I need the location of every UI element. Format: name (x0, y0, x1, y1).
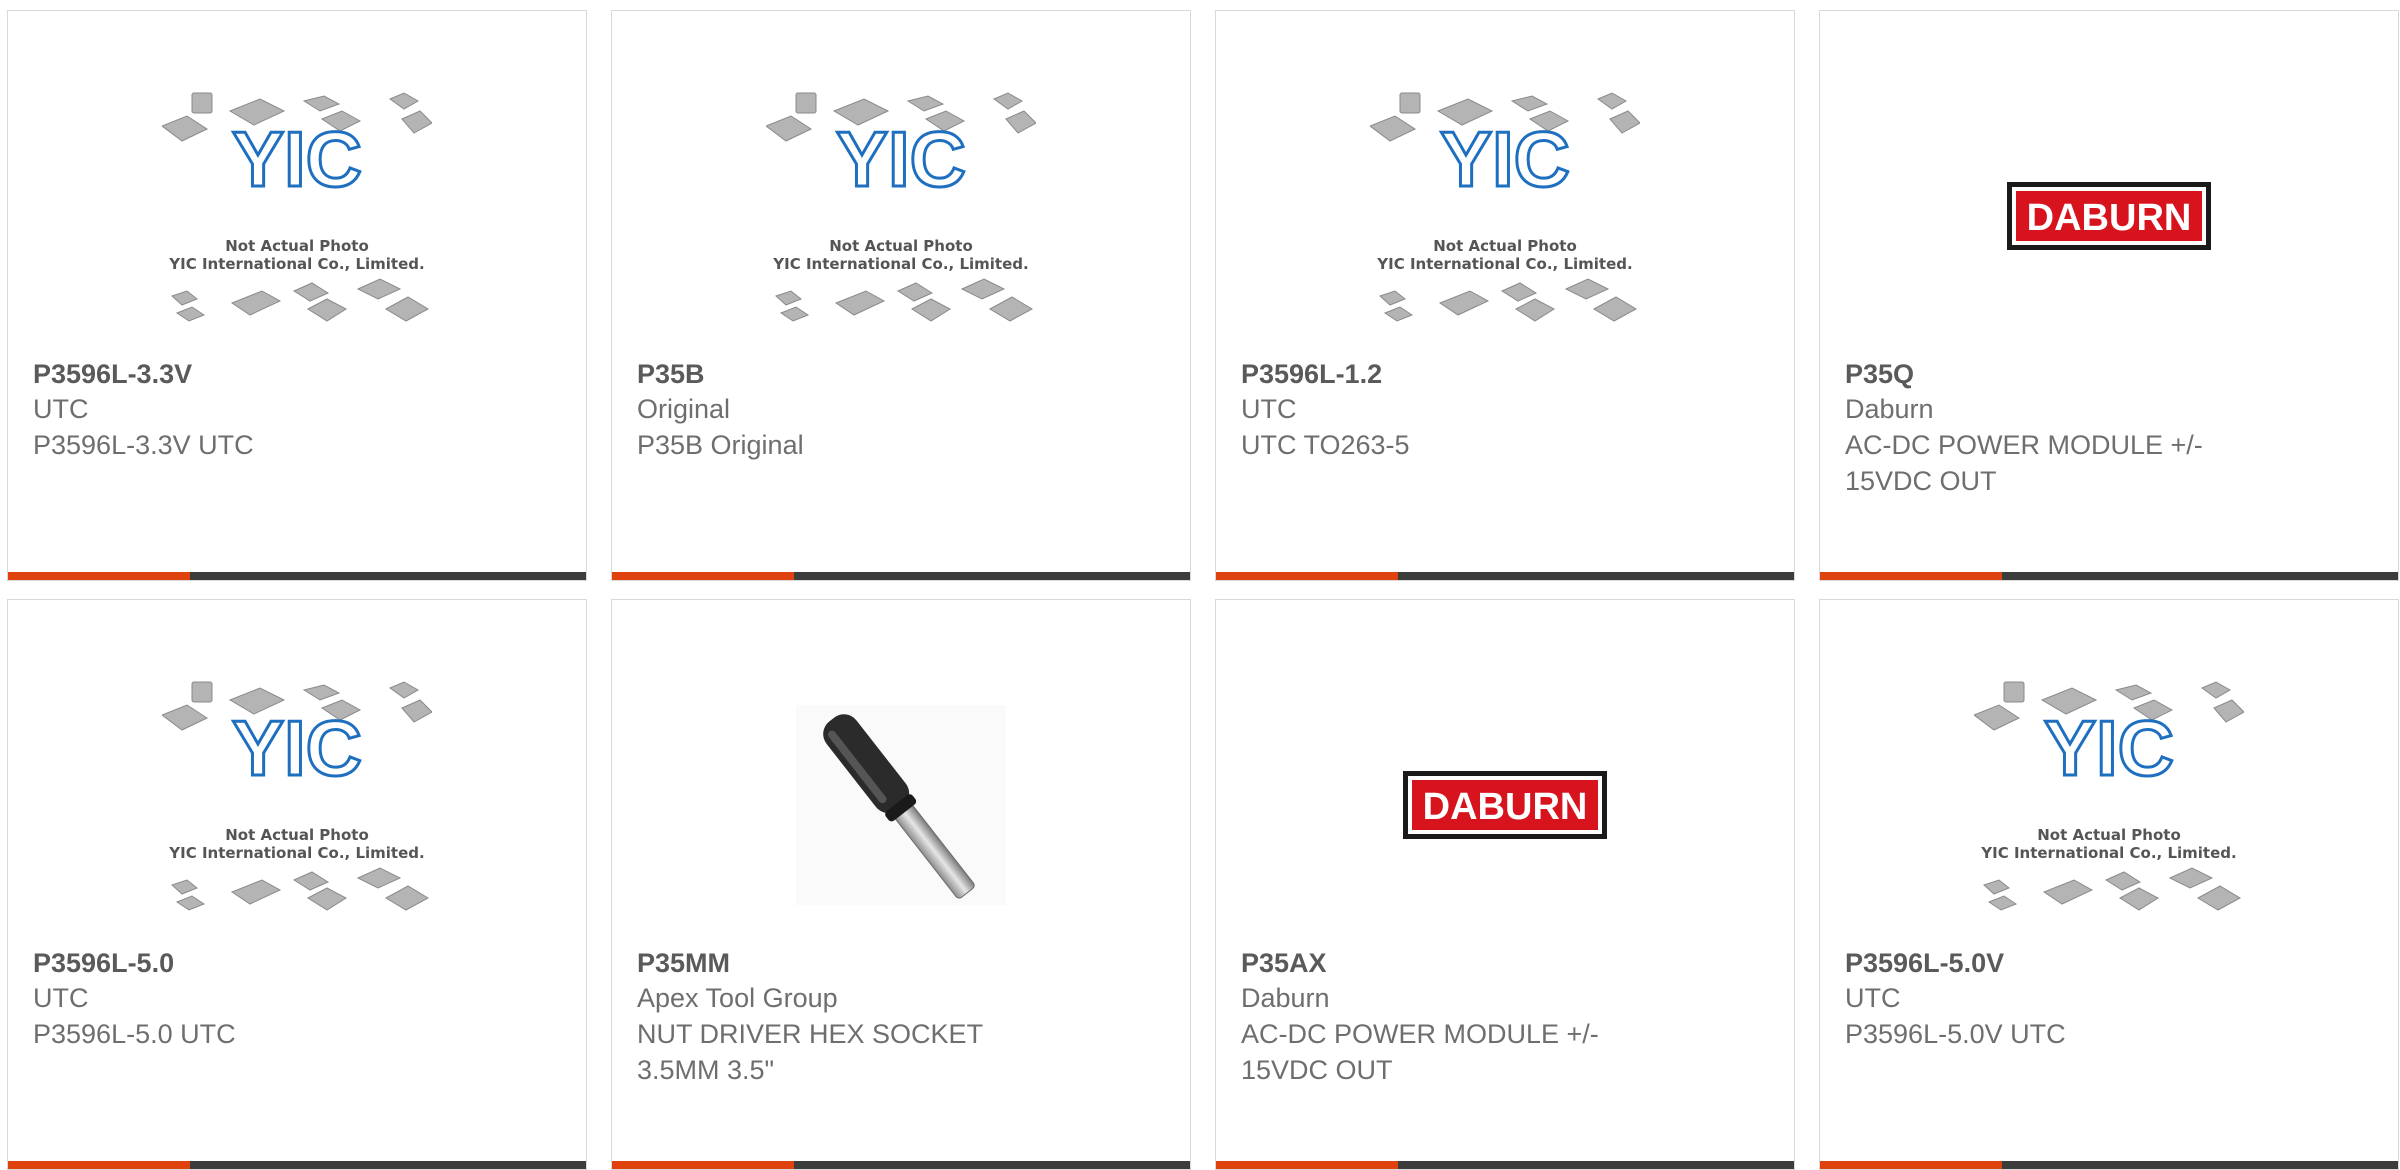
svg-text:Not Actual Photo: Not Actual Photo (225, 237, 369, 255)
product-info: P35Q Daburn AC-DC POWER MODULE +/- 15VDC… (1845, 357, 2373, 499)
product-card[interactable]: YIC Not Actual Photo YIC International C… (611, 10, 1191, 581)
manufacturer-label: UTC (1241, 394, 1297, 424)
product-image-daburn-logo[interactable]: DABURN (1820, 81, 2398, 351)
yic-logo-text: YIC (2044, 704, 2174, 792)
card-bottom-bar (612, 1161, 1190, 1169)
product-card[interactable]: YIC Not Actual Photo YIC International C… (1215, 10, 1795, 581)
product-card[interactable]: DABURN P35Q Daburn AC-DC POWER MODULE +/… (1819, 10, 2399, 581)
manufacturer-label: UTC (33, 394, 89, 424)
yic-logo-text: YIC (232, 704, 362, 792)
product-card[interactable]: DABURN P35AX Daburn AC-DC POWER MODULE +… (1215, 599, 1795, 1170)
daburn-logo-text: DABURN (2027, 197, 2192, 239)
product-image-nut-driver-photo[interactable] (612, 670, 1190, 940)
svg-text:YIC International Co., Limited: YIC International Co., Limited. (168, 255, 424, 273)
card-bottom-bar (612, 572, 1190, 580)
description-text: P3596L-5.0V UTC (1845, 1019, 2066, 1049)
description-text: P3596L-5.0 UTC (33, 1019, 236, 1049)
part-number-link[interactable]: P3596L-5.0 (33, 946, 561, 980)
part-number-link[interactable]: P35MM (637, 946, 1165, 980)
product-image-yic-placeholder[interactable]: YIC Not Actual Photo YIC International C… (1216, 81, 1794, 351)
product-image-yic-placeholder[interactable]: YIC Not Actual Photo YIC International C… (8, 670, 586, 940)
bar-accent (1216, 1161, 1398, 1169)
product-info: P3596L-3.3V UTC P3596L-3.3V UTC (33, 357, 561, 463)
description-text: NUT DRIVER HEX SOCKET 3.5MM 3.5" (637, 1019, 983, 1085)
card-bottom-bar (1820, 572, 2398, 580)
svg-text:Not Actual Photo: Not Actual Photo (1433, 237, 1577, 255)
product-card[interactable]: YIC Not Actual Photo YIC International C… (7, 10, 587, 581)
svg-text:Not Actual Photo: Not Actual Photo (225, 826, 369, 844)
part-number-link[interactable]: P35Q (1845, 357, 2373, 391)
part-number-link[interactable]: P3596L-1.2 (1241, 357, 1769, 391)
yic-logo-text: YIC (232, 115, 362, 203)
product-image-yic-placeholder[interactable]: YIC Not Actual Photo YIC International C… (8, 81, 586, 351)
product-info: P35AX Daburn AC-DC POWER MODULE +/- 15VD… (1241, 946, 1769, 1088)
bar-accent (8, 572, 190, 580)
bar-accent (8, 1161, 190, 1169)
product-info: P3596L-5.0 UTC P3596L-5.0 UTC (33, 946, 561, 1052)
svg-text:Not Actual Photo: Not Actual Photo (2037, 826, 2181, 844)
description-text: P3596L-3.3V UTC (33, 430, 254, 460)
description-text: AC-DC POWER MODULE +/- 15VDC OUT (1845, 430, 2203, 496)
card-bottom-bar (1820, 1161, 2398, 1169)
card-bottom-bar (8, 572, 586, 580)
part-number-link[interactable]: P3596L-5.0V (1845, 946, 2373, 980)
product-card[interactable]: YIC Not Actual Photo YIC International C… (7, 599, 587, 1170)
product-card[interactable]: P35MM Apex Tool Group NUT DRIVER HEX SOC… (611, 599, 1191, 1170)
svg-text:YIC International Co., Limited: YIC International Co., Limited. (168, 844, 424, 862)
part-number-link[interactable]: P35B (637, 357, 1165, 391)
bar-accent (1820, 572, 2002, 580)
product-info: P3596L-1.2 UTC UTC TO263-5 (1241, 357, 1769, 463)
bar-accent (612, 1161, 794, 1169)
svg-text:Not Actual Photo: Not Actual Photo (829, 237, 973, 255)
yic-logo-text: YIC (836, 115, 966, 203)
bar-accent (1820, 1161, 2002, 1169)
product-image-yic-placeholder[interactable]: YIC Not Actual Photo YIC International C… (1820, 670, 2398, 940)
bar-accent (612, 572, 794, 580)
manufacturer-label: Daburn (1241, 983, 1330, 1013)
product-image-yic-placeholder[interactable]: YIC Not Actual Photo YIC International C… (612, 81, 1190, 351)
card-bottom-bar (1216, 1161, 1794, 1169)
manufacturer-label: UTC (33, 983, 89, 1013)
manufacturer-label: Original (637, 394, 731, 424)
svg-text:YIC International Co., Limited: YIC International Co., Limited. (1376, 255, 1632, 273)
svg-text:YIC International Co., Limited: YIC International Co., Limited. (1980, 844, 2236, 862)
manufacturer-label: UTC (1845, 983, 1901, 1013)
product-info: P3596L-5.0V UTC P3596L-5.0V UTC (1845, 946, 2373, 1052)
product-image-daburn-logo[interactable]: DABURN (1216, 670, 1794, 940)
card-bottom-bar (1216, 572, 1794, 580)
part-number-link[interactable]: P3596L-3.3V (33, 357, 561, 391)
yic-logo-text: YIC (1440, 115, 1570, 203)
description-text: AC-DC POWER MODULE +/- 15VDC OUT (1241, 1019, 1599, 1085)
product-grid: YIC Not Actual Photo YIC International C… (7, 10, 2399, 1170)
description-text: P35B Original (637, 430, 804, 460)
svg-text:YIC International Co., Limited: YIC International Co., Limited. (772, 255, 1028, 273)
bar-accent (1216, 572, 1398, 580)
description-text: UTC TO263-5 (1241, 430, 1410, 460)
daburn-logo-text: DABURN (1423, 786, 1588, 828)
manufacturer-label: Daburn (1845, 394, 1934, 424)
product-card[interactable]: YIC Not Actual Photo YIC International C… (1819, 599, 2399, 1170)
product-info: P35B Original P35B Original (637, 357, 1165, 463)
manufacturer-label: Apex Tool Group (637, 983, 838, 1013)
card-bottom-bar (8, 1161, 586, 1169)
product-info: P35MM Apex Tool Group NUT DRIVER HEX SOC… (637, 946, 1165, 1088)
part-number-link[interactable]: P35AX (1241, 946, 1769, 980)
